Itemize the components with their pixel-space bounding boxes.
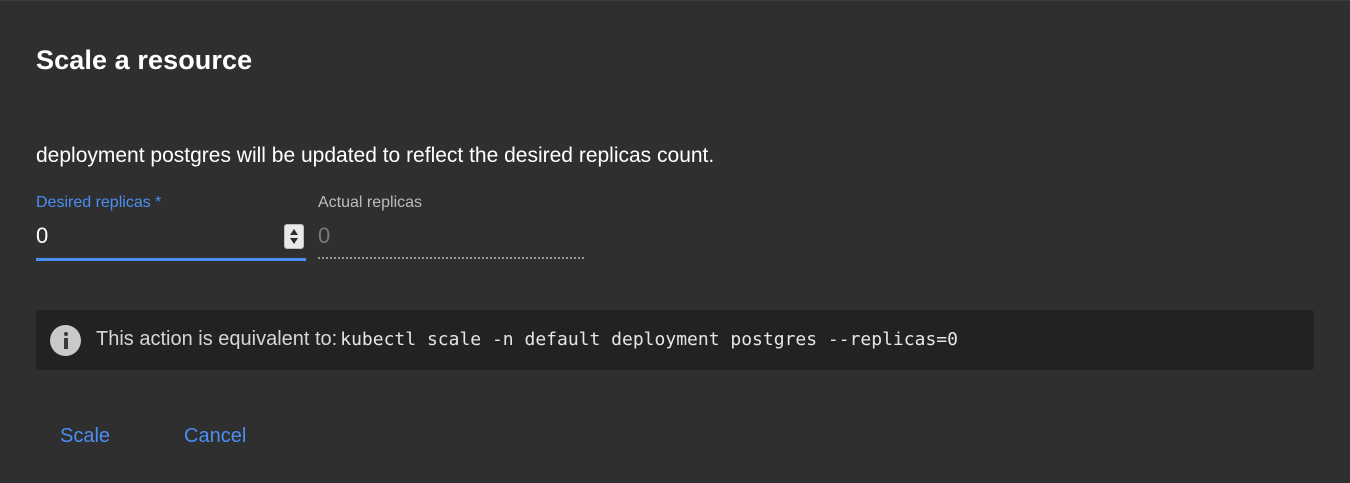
dialog-title: Scale a resource [36, 45, 253, 75]
desired-replicas-input-row [36, 213, 306, 261]
desired-replicas-field: Desired replicas * [36, 193, 306, 261]
info-icon [50, 325, 81, 356]
replicas-stepper[interactable] [284, 224, 304, 249]
desired-replicas-input[interactable] [36, 221, 276, 251]
actual-replicas-input-row [318, 213, 584, 259]
actual-replicas-input [318, 221, 558, 251]
equivalent-command-info: This action is equivalent to: kubectl sca… [36, 310, 1314, 370]
scale-resource-dialog: Scale a resource deployment postgres wil… [0, 0, 1350, 483]
actual-replicas-field: Actual replicas [318, 193, 584, 259]
desired-replicas-label: Desired replicas * [36, 194, 162, 211]
scale-button[interactable]: Scale [60, 425, 110, 448]
actual-replicas-label: Actual replicas [318, 194, 423, 211]
actual-replicas-underline [318, 257, 584, 259]
stepper-down-icon[interactable] [290, 238, 298, 244]
kubectl-command: kubectl scale -n default deployment post… [340, 329, 958, 350]
dialog-description: deployment postgres will be updated to r… [36, 144, 715, 167]
cancel-button[interactable]: Cancel [184, 425, 246, 448]
desired-replicas-underline [36, 258, 306, 261]
info-text: This action is equivalent to: [96, 328, 338, 350]
info-text-line: This action is equivalent to: kubectl sca… [96, 328, 958, 351]
stepper-up-icon[interactable] [290, 229, 298, 235]
